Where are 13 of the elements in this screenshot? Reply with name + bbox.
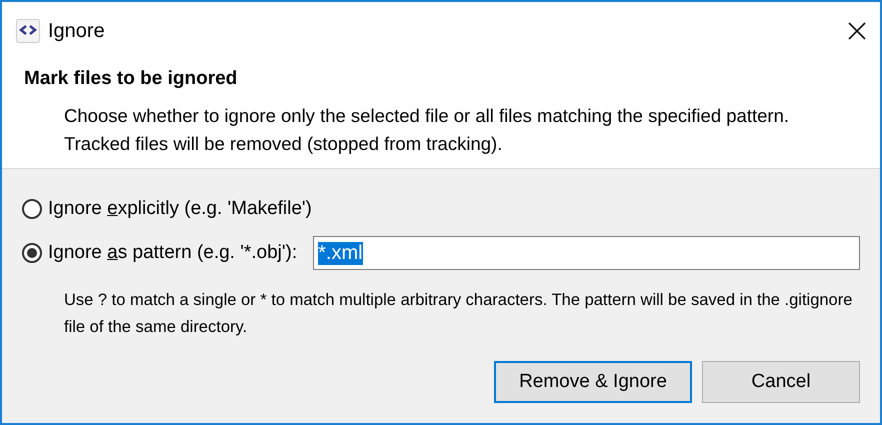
close-icon[interactable] [848, 22, 866, 40]
hint-text: Use ? to match a single or * to match multiple arbitrary characters. The pattern will be saved in the .gitignore file of the same directory. [64, 290, 854, 338]
remove-ignore-button[interactable]: Remove & Ignore [494, 361, 692, 403]
option-label[interactable]: Ignore as pattern (e.g. '*.obj'): [48, 242, 298, 264]
option-label[interactable]: Ignore explicitly (e.g. 'Makefile') [48, 198, 312, 220]
radio-button[interactable] [22, 243, 42, 263]
radio-button[interactable] [22, 199, 42, 219]
window-title: Ignore [48, 20, 106, 42]
cancel-button[interactable]: Cancel [702, 361, 860, 403]
dialog-description: Choose whether to ignore only the selected file or all files matching the specified pattern. Tracked files will be removed (stopped from tracking). [64, 104, 790, 156]
dialog-heading: Mark files to be ignored [24, 68, 238, 90]
code-icon [16, 19, 40, 43]
pattern-field[interactable]: *.xml [313, 236, 860, 270]
